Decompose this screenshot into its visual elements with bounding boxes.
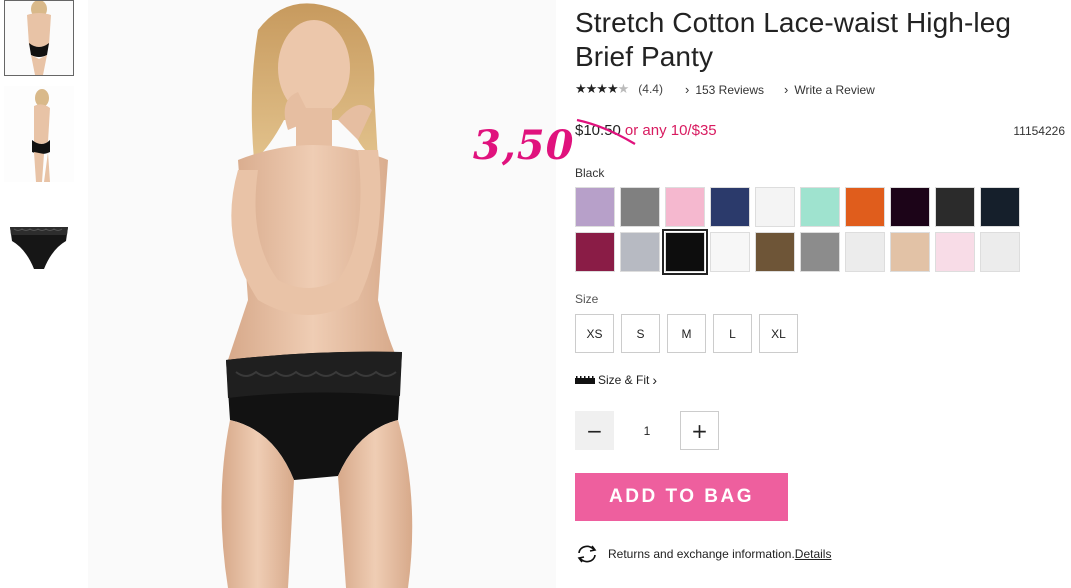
exchange-icon xyxy=(577,545,597,563)
size-option-xs[interactable]: XS xyxy=(575,314,614,353)
color-swatch-berry[interactable] xyxy=(575,232,615,272)
color-swatch-black-white-stripe[interactable] xyxy=(800,232,840,272)
write-review-label: Write a Review xyxy=(794,82,875,97)
quantity-decrease-button[interactable]: − xyxy=(575,411,614,450)
rating-row: ★★★★★ (4.4) › 153 Reviews › Write a Review xyxy=(575,80,875,98)
quantity-value[interactable]: 1 xyxy=(614,424,680,438)
color-swatch-white-print[interactable] xyxy=(845,232,885,272)
reviews-link[interactable]: › 153 Reviews xyxy=(685,82,764,97)
size-option-s[interactable]: S xyxy=(621,314,660,353)
details-link[interactable]: Details xyxy=(795,547,832,561)
product-info-panel: Stretch Cotton Lace-waist High-leg Brief… xyxy=(575,0,1071,588)
main-product-image xyxy=(88,0,556,588)
color-swatch-pink-stripe[interactable] xyxy=(665,187,705,227)
color-swatch-nude-lace[interactable] xyxy=(890,232,930,272)
size-option-xl[interactable]: XL xyxy=(759,314,798,353)
color-swatch-mint[interactable] xyxy=(800,187,840,227)
color-swatch-heather-grey[interactable] xyxy=(620,232,660,272)
color-swatch-navy[interactable] xyxy=(710,187,750,227)
thumbnail-product-flat[interactable] xyxy=(4,213,74,287)
color-swatch-lavender[interactable] xyxy=(575,187,615,227)
returns-info: Returns and exchange information. Details xyxy=(575,544,831,564)
rating-value: (4.4) xyxy=(638,82,663,96)
color-swatch-black-script[interactable] xyxy=(980,187,1020,227)
color-swatch-leopard[interactable] xyxy=(755,232,795,272)
add-to-bag-button[interactable]: ADD TO BAG xyxy=(575,473,788,521)
write-review-link[interactable]: › Write a Review xyxy=(784,82,875,97)
quantity-stepper: − 1 + xyxy=(575,411,719,450)
color-swatch-black[interactable] xyxy=(662,229,708,275)
reviews-count: 153 Reviews xyxy=(695,82,765,97)
star-rating-icon: ★★★★★ xyxy=(575,81,629,96)
size-and-fit-link[interactable]: Size & Fit › xyxy=(575,372,657,388)
size-label: Size xyxy=(575,292,599,306)
product-sku: 11154226 xyxy=(1013,124,1065,138)
offer-price: or any 10/$35 xyxy=(624,122,717,139)
selected-color-label: Black xyxy=(575,166,605,180)
price-row: $10.50 or any 10/$35 xyxy=(575,122,717,140)
color-swatch-black-plum[interactable] xyxy=(890,187,930,227)
chevron-right-icon: › xyxy=(652,372,658,388)
color-swatch-white-script[interactable] xyxy=(710,232,750,272)
quantity-increase-button[interactable]: + xyxy=(680,411,719,450)
color-swatch-black-polka-dot[interactable] xyxy=(935,187,975,227)
chevron-right-icon: › xyxy=(684,81,690,97)
chevron-right-icon: › xyxy=(784,81,789,97)
thumbnail-front[interactable] xyxy=(4,0,74,76)
color-swatch-white-stripe[interactable] xyxy=(980,232,1020,272)
color-swatch-orange[interactable] xyxy=(845,187,885,227)
color-swatch-grey-lace[interactable] xyxy=(620,187,660,227)
thumbnail-side[interactable] xyxy=(4,86,74,182)
size-option-m[interactable]: M xyxy=(667,314,706,353)
returns-text: Returns and exchange information. xyxy=(608,547,795,561)
color-swatch-white[interactable] xyxy=(755,187,795,227)
color-swatch-pink-white[interactable] xyxy=(935,232,975,272)
original-price: $10.50 xyxy=(575,122,621,139)
handwritten-price-annotation: 3,50 xyxy=(473,122,575,169)
ruler-icon xyxy=(575,376,595,384)
size-options: XS S M L XL xyxy=(575,314,798,353)
size-and-fit-label: Size & Fit xyxy=(598,373,650,387)
product-title: Stretch Cotton Lace-waist High-leg Brief… xyxy=(575,7,1012,72)
size-option-l[interactable]: L xyxy=(713,314,752,353)
